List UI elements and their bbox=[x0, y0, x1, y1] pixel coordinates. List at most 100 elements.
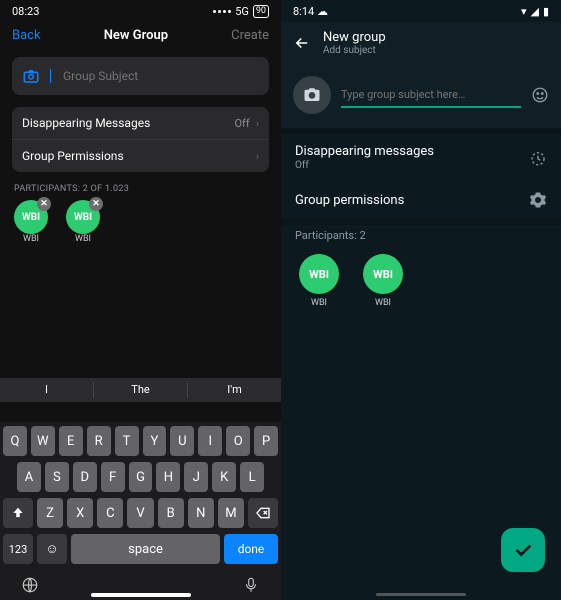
row-value: Off bbox=[234, 117, 249, 130]
participant-name: WBI bbox=[375, 298, 391, 308]
key-a[interactable]: A bbox=[17, 462, 41, 492]
key-h[interactable]: H bbox=[156, 462, 180, 492]
participant-name: WBI bbox=[23, 234, 39, 244]
status-bar: 08:23 5G 90 bbox=[0, 0, 281, 22]
shift-key[interactable] bbox=[3, 498, 33, 528]
participant-name: WBI bbox=[311, 298, 327, 308]
backspace-key[interactable] bbox=[248, 498, 278, 528]
remove-participant-icon[interactable]: ✕ bbox=[37, 197, 51, 211]
participant-item[interactable]: WBI✕ WBI bbox=[14, 200, 48, 244]
subject-input[interactable] bbox=[63, 69, 259, 83]
key-m[interactable]: M bbox=[218, 498, 244, 528]
mic-icon[interactable] bbox=[242, 576, 260, 594]
disappearing-messages-row[interactable]: Disappearing Messages Off › bbox=[12, 107, 269, 140]
participant-item[interactable]: WBI WBI bbox=[363, 254, 403, 308]
key-j[interactable]: J bbox=[184, 462, 208, 492]
key-v[interactable]: V bbox=[127, 498, 153, 528]
row-label: Group permissions bbox=[295, 193, 404, 208]
numbers-key[interactable]: 123 bbox=[3, 534, 33, 564]
home-indicator[interactable] bbox=[376, 593, 466, 596]
nav-header: New group Add subject bbox=[281, 22, 561, 66]
camera-icon[interactable] bbox=[22, 67, 40, 85]
prediction[interactable]: I bbox=[0, 378, 93, 402]
prediction[interactable]: The bbox=[94, 378, 187, 402]
nav-header: Back New Group Create bbox=[0, 22, 281, 49]
keyboard: Q W E R T Y U I O P A S D F G H J K L Z … bbox=[0, 422, 281, 600]
cell-signal-icon bbox=[213, 10, 231, 13]
back-button[interactable]: Back bbox=[12, 28, 41, 43]
key-l[interactable]: L bbox=[240, 462, 264, 492]
avatar: WBI✕ bbox=[66, 200, 100, 234]
predictive-text-bar: I The I'm bbox=[0, 378, 281, 402]
subject-input[interactable] bbox=[341, 88, 521, 101]
group-subject-area bbox=[281, 66, 561, 128]
timer-icon bbox=[529, 149, 547, 167]
remove-participant-icon[interactable]: ✕ bbox=[89, 197, 103, 211]
key-y[interactable]: Y bbox=[143, 426, 167, 456]
done-key[interactable]: done bbox=[224, 534, 278, 564]
key-p[interactable]: P bbox=[254, 426, 278, 456]
key-n[interactable]: N bbox=[188, 498, 214, 528]
participants-list: WBI WBI WBI WBI bbox=[281, 248, 561, 314]
key-g[interactable]: G bbox=[129, 462, 153, 492]
participants-list: WBI✕ WBI WBI✕ WBI bbox=[0, 200, 281, 244]
participant-name: WBI bbox=[75, 234, 91, 244]
back-button[interactable] bbox=[293, 34, 311, 52]
battery-icon: ▮ bbox=[543, 5, 549, 18]
home-indicator[interactable] bbox=[91, 593, 191, 597]
row-label: Group Permissions bbox=[22, 149, 124, 163]
participants-count-label: PARTICIPANTS: 2 OF 1.023 bbox=[14, 184, 267, 194]
key-e[interactable]: E bbox=[59, 426, 83, 456]
key-w[interactable]: W bbox=[31, 426, 55, 456]
prediction[interactable]: I'm bbox=[188, 378, 281, 402]
key-t[interactable]: T bbox=[115, 426, 139, 456]
participant-item[interactable]: WBI WBI bbox=[299, 254, 339, 308]
key-z[interactable]: Z bbox=[37, 498, 63, 528]
create-button[interactable]: Create bbox=[231, 28, 269, 43]
network-label: 5G bbox=[235, 5, 249, 18]
group-permissions-row[interactable]: Group Permissions › bbox=[12, 140, 269, 172]
key-i[interactable]: I bbox=[198, 426, 222, 456]
participant-item[interactable]: WBI✕ WBI bbox=[66, 200, 100, 244]
key-b[interactable]: B bbox=[158, 498, 184, 528]
chevron-right-icon: › bbox=[256, 150, 259, 163]
key-c[interactable]: C bbox=[97, 498, 123, 528]
key-o[interactable]: O bbox=[226, 426, 250, 456]
subject-input-wrap[interactable] bbox=[341, 83, 521, 108]
globe-icon[interactable] bbox=[21, 576, 39, 594]
emoji-icon[interactable] bbox=[531, 86, 549, 104]
row-label: Disappearing Messages bbox=[22, 116, 150, 130]
avatar: WBI bbox=[299, 254, 339, 294]
cloud-icon: ☁ bbox=[317, 5, 328, 18]
key-u[interactable]: U bbox=[170, 426, 194, 456]
confirm-fab[interactable] bbox=[501, 528, 545, 572]
key-x[interactable]: X bbox=[67, 498, 93, 528]
emoji-key[interactable]: ☺ bbox=[37, 534, 67, 564]
wifi-icon: ▾ bbox=[521, 5, 527, 18]
space-key[interactable]: space bbox=[71, 534, 220, 564]
status-time: 08:23 bbox=[12, 5, 39, 18]
key-d[interactable]: D bbox=[73, 462, 97, 492]
group-permissions-row[interactable]: Group permissions bbox=[281, 181, 561, 219]
text-cursor bbox=[50, 69, 51, 83]
key-k[interactable]: K bbox=[212, 462, 236, 492]
page-title: New Group bbox=[104, 28, 168, 43]
chevron-right-icon: › bbox=[256, 117, 259, 130]
page-title: New group bbox=[323, 30, 386, 45]
row-label: Disappearing messages bbox=[295, 144, 434, 159]
group-subject-field[interactable] bbox=[12, 57, 269, 95]
android-screen: 8:14 ☁ ▾ ◢ ▮ New group Add subject Disap… bbox=[281, 0, 561, 600]
settings-list: Disappearing Messages Off › Group Permiss… bbox=[12, 107, 269, 172]
signal-icon: ◢ bbox=[530, 5, 538, 18]
key-s[interactable]: S bbox=[45, 462, 69, 492]
avatar: WBI✕ bbox=[14, 200, 48, 234]
key-f[interactable]: F bbox=[101, 462, 125, 492]
status-bar: 8:14 ☁ ▾ ◢ ▮ bbox=[281, 0, 561, 22]
key-r[interactable]: R bbox=[87, 426, 111, 456]
ios-screen: 08:23 5G 90 Back New Group Create Disapp… bbox=[0, 0, 281, 600]
disappearing-messages-row[interactable]: Disappearing messages Off bbox=[281, 134, 561, 181]
key-q[interactable]: Q bbox=[3, 426, 27, 456]
avatar: WBI bbox=[363, 254, 403, 294]
camera-button[interactable] bbox=[293, 76, 331, 114]
status-time: 8:14 bbox=[293, 5, 314, 18]
